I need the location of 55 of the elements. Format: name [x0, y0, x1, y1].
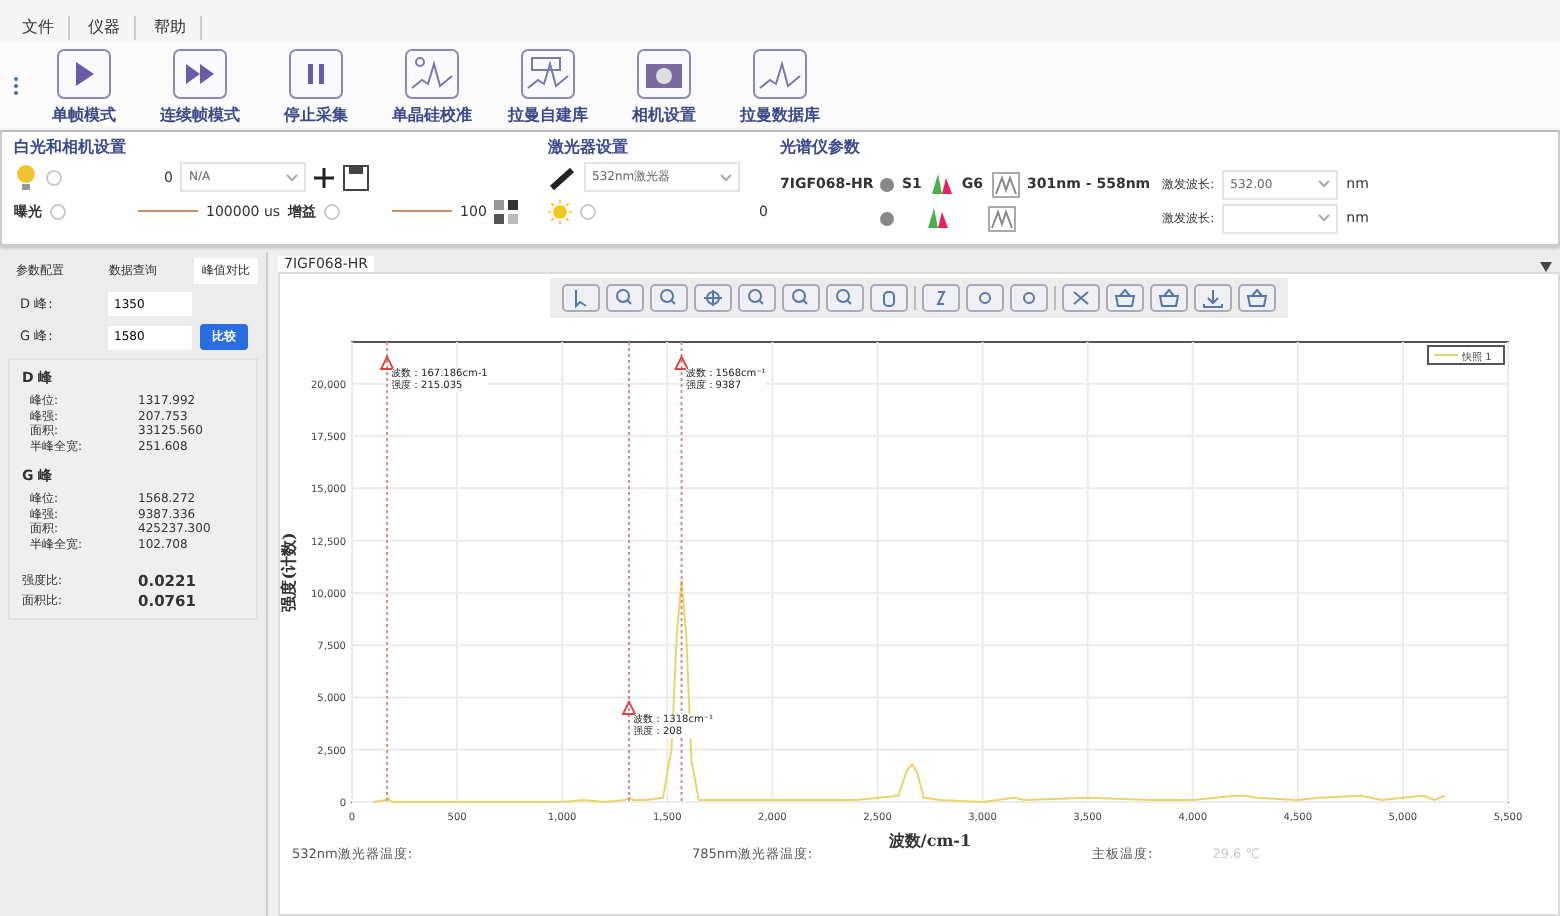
marker-icon: [621, 699, 637, 715]
grating-icon: [926, 206, 950, 230]
fast-forward-icon: [170, 47, 230, 99]
grating-icon: [929, 172, 954, 196]
menu-item[interactable]: 帮助: [140, 16, 202, 40]
status-dot: [880, 177, 894, 191]
spectrum-icon: [750, 47, 810, 99]
section-title: 白光和相机设置: [14, 136, 128, 158]
grid-icon[interactable]: [494, 199, 519, 223]
spectrum-icon: [991, 171, 1020, 197]
chevron-down-icon: [720, 173, 732, 181]
status-dot: [880, 211, 894, 225]
y-axis-title: 强度(计数): [280, 532, 298, 612]
spectrum-icon: [402, 47, 462, 99]
magnifier-icon[interactable]: [738, 284, 776, 312]
toolbar-button[interactable]: 拉曼自建库: [492, 47, 604, 125]
magnifier-icon[interactable]: [826, 284, 864, 312]
menu-item[interactable]: 仪器: [74, 16, 136, 40]
grip-icon: [8, 76, 24, 96]
magnifier-icon[interactable]: [782, 284, 820, 312]
chevron-down-icon: [286, 173, 299, 181]
letter-icon[interactable]: [922, 284, 960, 312]
download-icon[interactable]: [1194, 284, 1232, 312]
marker-icon: [673, 354, 690, 370]
chevron-down-icon: [1318, 214, 1331, 222]
toolbar-button[interactable]: 拉曼数据库: [724, 47, 836, 125]
pause-icon: [286, 47, 346, 99]
save-icon[interactable]: [342, 163, 371, 191]
chevron-down-icon: [1318, 180, 1331, 188]
magnifier-icon[interactable]: [606, 284, 644, 312]
tray-icon[interactable]: [1106, 284, 1144, 312]
toolbar-button[interactable]: 连续帧模式: [144, 47, 256, 125]
toolbar-button[interactable]: 停止采集: [260, 47, 372, 125]
section-title: 光谱仪参数: [780, 136, 862, 160]
toolbar-button[interactable]: 相机设置: [608, 47, 720, 125]
range-line: [392, 210, 453, 212]
toolbar-button[interactable]: 单帧模式: [28, 47, 140, 125]
section-title: 激光器设置: [548, 136, 630, 158]
camera-icon: [634, 47, 694, 99]
x-axis-title: 波数/cm-1: [888, 830, 972, 850]
add-icon[interactable]: [314, 167, 335, 187]
basket-icon[interactable]: [1238, 284, 1276, 312]
magnifier-icon[interactable]: [650, 284, 688, 312]
marker-icon: [379, 354, 395, 370]
light-bulb-icon: [14, 163, 38, 191]
tray-icon[interactable]: [1150, 284, 1188, 312]
range-line: [138, 210, 198, 212]
spectrum-icon: [518, 47, 578, 99]
menu-item[interactable]: 文件: [8, 16, 70, 40]
toolbar-button[interactable]: 单晶硅校准: [376, 47, 488, 125]
sun-icon: [548, 197, 572, 225]
spectrum-icon: [988, 205, 1016, 231]
crosshair-icon[interactable]: [694, 284, 732, 312]
play-icon: [54, 47, 114, 99]
cursor-icon[interactable]: [562, 284, 600, 312]
